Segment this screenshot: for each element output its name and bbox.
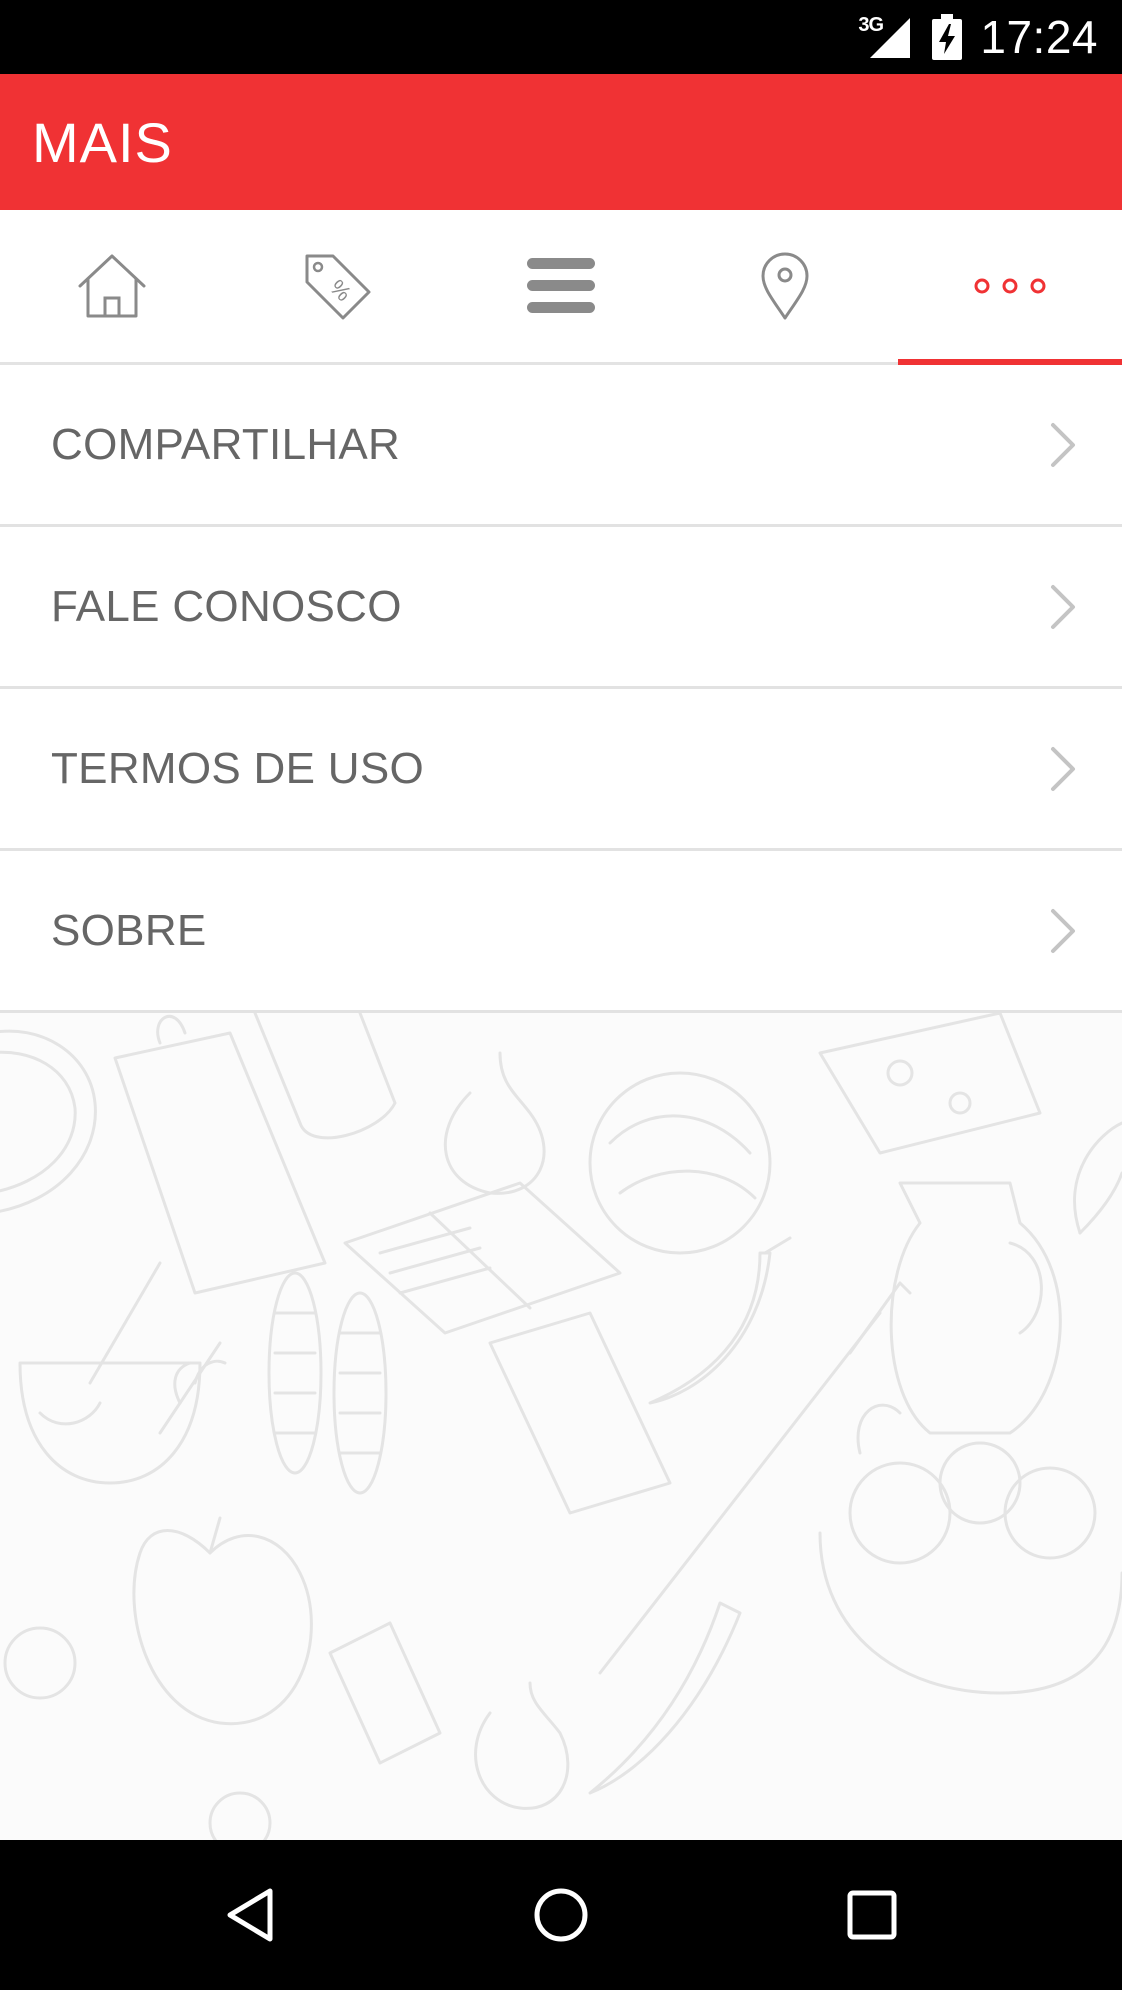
svg-text:%: %: [324, 275, 356, 307]
tab-home[interactable]: [0, 210, 224, 362]
tab-offers[interactable]: %: [224, 210, 448, 362]
price-tag-percent-icon: %: [305, 254, 371, 320]
menu-item-sobre[interactable]: SOBRE: [0, 851, 1122, 1013]
nav-home-button[interactable]: [486, 1840, 636, 1990]
menu-icon: [526, 258, 595, 313]
menu-item-fale-conosco[interactable]: FALE CONOSCO: [0, 527, 1122, 689]
status-icons: 3G 17:24: [858, 0, 1098, 74]
location-pin-icon: [761, 252, 809, 320]
chevron-right-icon: [1051, 584, 1075, 629]
food-doodle-background: [0, 1013, 1122, 1840]
menu-item-termos-de-uso[interactable]: TERMOS DE USO: [0, 689, 1122, 851]
tab-more[interactable]: [897, 210, 1122, 365]
menu-item-label: SOBRE: [51, 905, 207, 955]
home-icon: [78, 254, 146, 318]
food-doodle-illustration: [0, 1013, 1122, 1840]
system-navigation-bar: [0, 1840, 1122, 1990]
menu-item-compartilhar[interactable]: COMPARTILHAR: [0, 365, 1122, 527]
nav-back-button[interactable]: [175, 1840, 325, 1990]
recents-square-icon: [847, 1890, 897, 1940]
menu-list: COMPARTILHAR FALE CONOSCO TERMOS DE USO …: [0, 365, 1122, 1013]
page-title: MAIS: [32, 110, 173, 174]
nav-recents-button[interactable]: [797, 1840, 947, 1990]
tab-menu[interactable]: [449, 210, 673, 362]
menu-item-label: FALE CONOSCO: [51, 581, 402, 631]
app-bar: MAIS: [0, 74, 1122, 210]
status-bar: 3G 17:24: [0, 0, 1122, 74]
home-circle-icon: [534, 1888, 588, 1942]
tab-location[interactable]: [673, 210, 897, 362]
tab-bar: %: [0, 210, 1122, 365]
chevron-right-icon: [1051, 746, 1075, 791]
signal-3g: 3G: [858, 14, 914, 60]
chevron-right-icon: [1051, 908, 1075, 953]
clock: 17:24: [980, 11, 1098, 63]
network-type-label: 3G: [858, 14, 884, 36]
chevron-right-icon: [1051, 422, 1075, 467]
menu-item-label: COMPARTILHAR: [51, 419, 401, 469]
back-icon: [227, 1888, 273, 1942]
menu-item-label: TERMOS DE USO: [51, 743, 425, 793]
more-dots-icon: [974, 278, 1046, 294]
battery-charging-icon: [932, 14, 963, 60]
